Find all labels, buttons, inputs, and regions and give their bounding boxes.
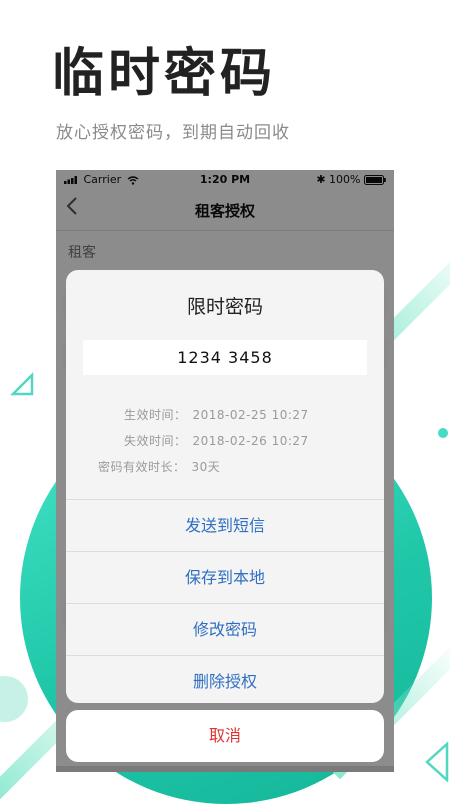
change-password-button[interactable]: 修改密码 (66, 603, 384, 655)
decorative-triangle-icon (10, 372, 34, 396)
validity-duration: 密码有效时长： 30天 (98, 458, 220, 475)
decorative-dot (438, 428, 448, 438)
save-local-button[interactable]: 保存到本地 (66, 551, 384, 603)
effective-time: 生效时间： 2018-02-25 10:27 (124, 406, 309, 423)
info-value: 2018-02-25 10:27 (192, 408, 309, 422)
expiry-time: 失效时间： 2018-02-26 10:27 (124, 432, 309, 449)
cancel-button[interactable]: 取消 (66, 710, 384, 762)
promo-title: 临时密码 (52, 44, 277, 104)
password-display: 1234 3458 (83, 340, 367, 375)
decorative-triangle-icon (425, 742, 449, 782)
password-action-sheet: 限时密码 1234 3458 生效时间： 2018-02-25 10:27 失效时… (66, 270, 384, 703)
decorative-dot (0, 676, 28, 722)
info-label: 密码有效时长： (98, 460, 186, 474)
promo-subtitle: 放心授权密码，到期自动回收 (56, 123, 290, 143)
info-label: 失效时间： (124, 434, 187, 448)
sheet-title: 限时密码 (186, 296, 263, 318)
info-value: 30天 (191, 460, 221, 474)
bottom-bar (56, 766, 394, 772)
send-sms-button[interactable]: 发送到短信 (66, 499, 384, 551)
phone-screen: Carrier 1:20 PM ✱ 100% 租客授权 租客 限时密码 1234… (56, 170, 394, 772)
info-label: 生效时间： (124, 408, 187, 422)
info-value: 2018-02-26 10:27 (192, 434, 309, 448)
delete-authorization-button[interactable]: 删除授权 (66, 655, 384, 703)
